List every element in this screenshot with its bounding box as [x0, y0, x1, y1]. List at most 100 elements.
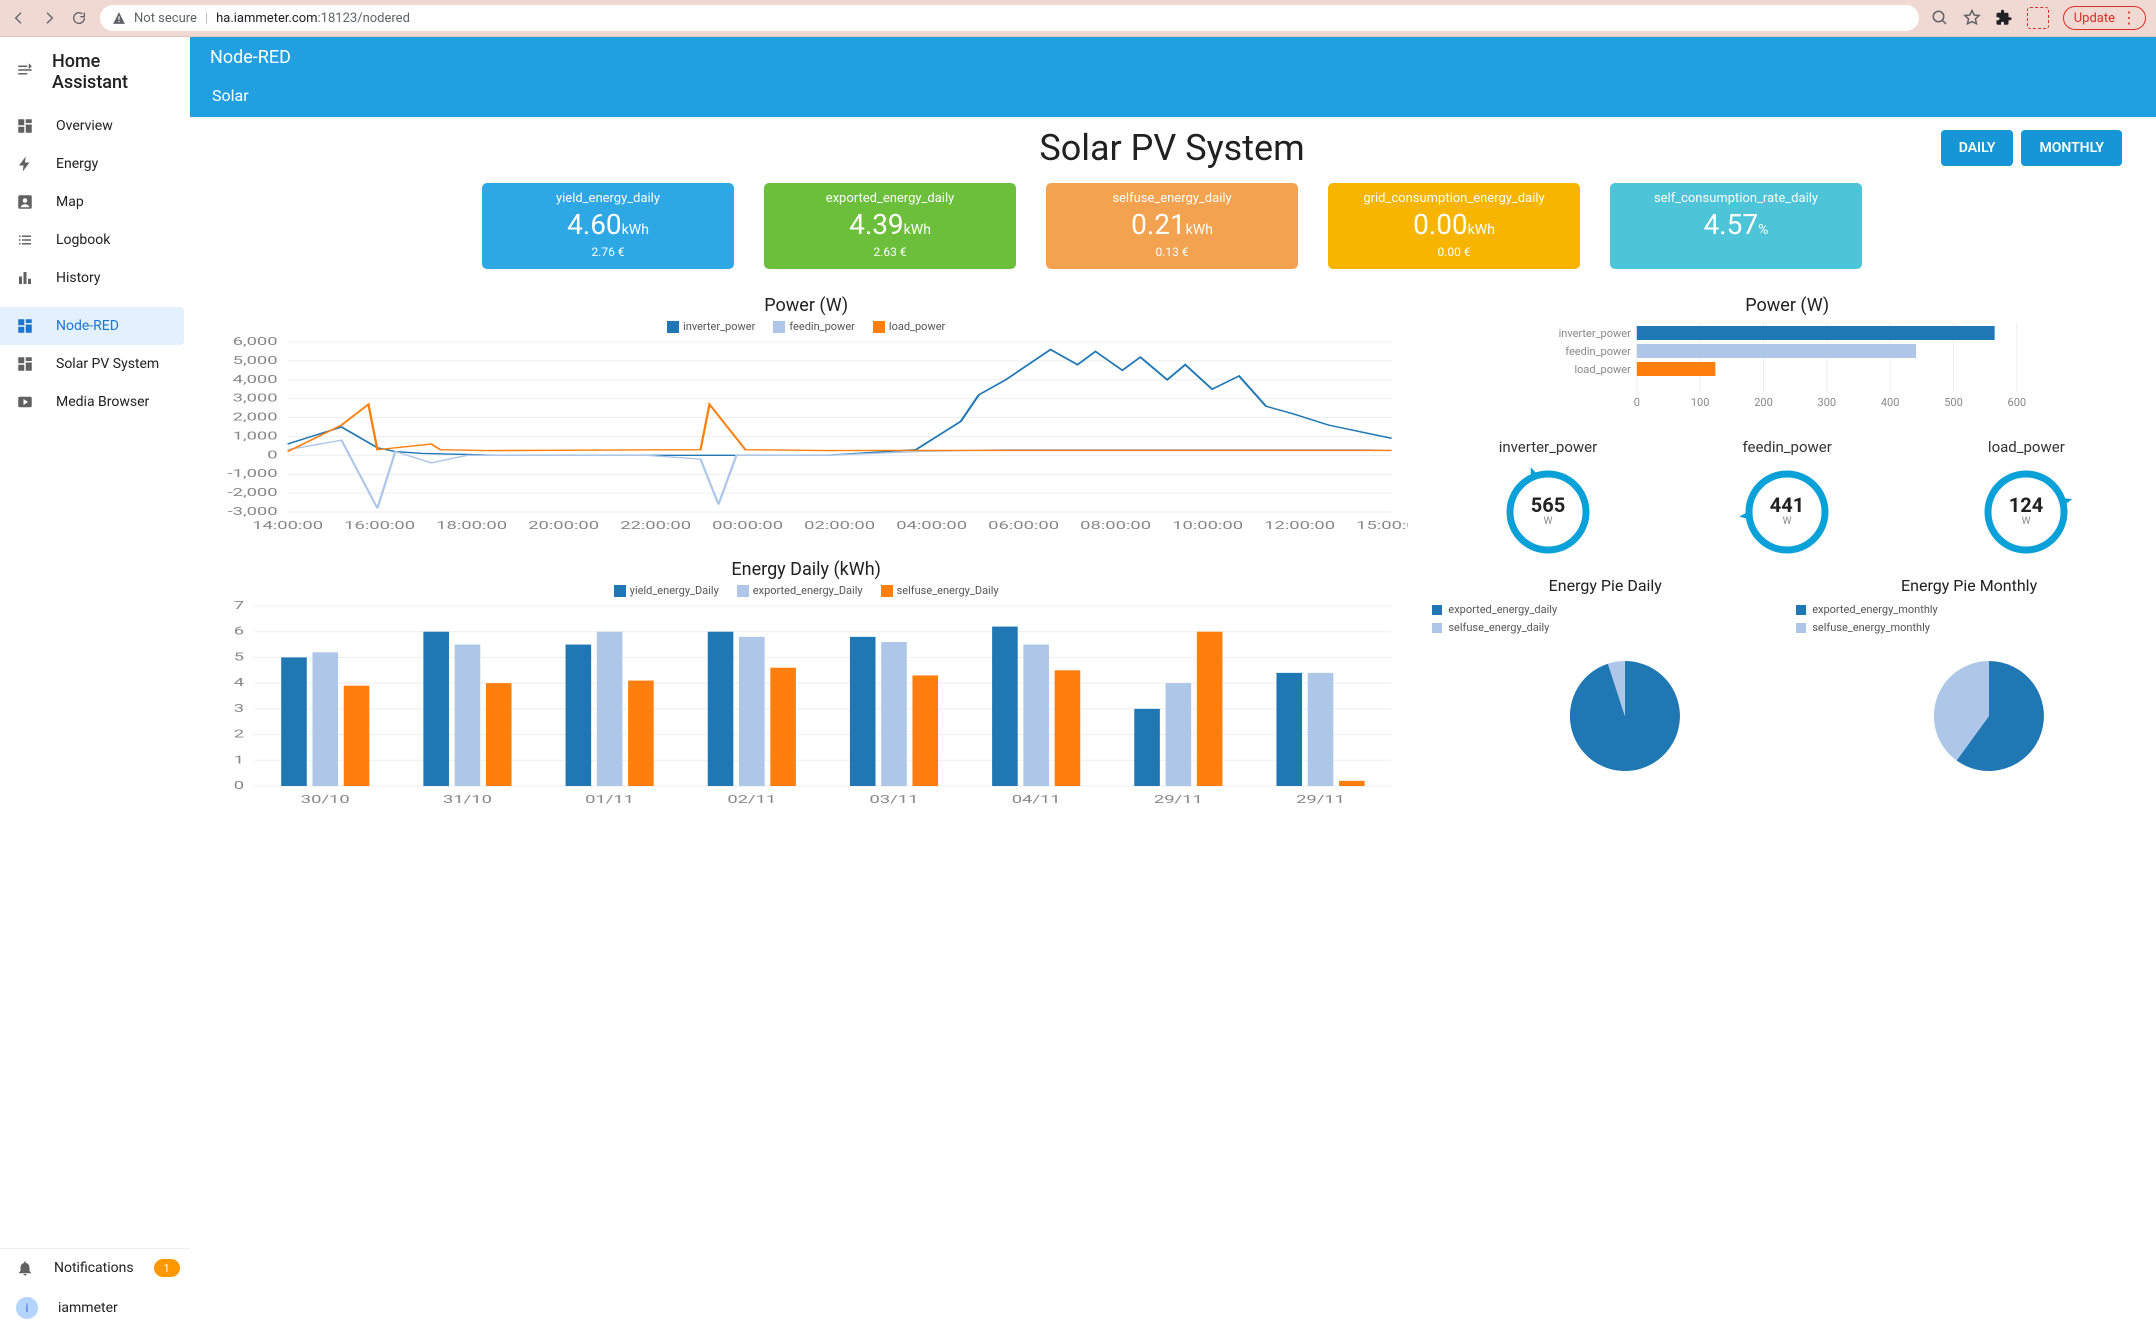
svg-text:00:00:00: 00:00:00 — [712, 519, 783, 532]
star-icon[interactable] — [1963, 9, 1981, 27]
account-label: iammeter — [58, 1300, 118, 1316]
stat-cards: yield_energy_daily4.60kWh2.76 € exported_… — [218, 183, 2126, 269]
svg-text:feedin_power: feedin_power — [1566, 345, 1632, 358]
reload-button[interactable] — [70, 9, 88, 27]
stat-selfuse_energy_daily[interactable]: selfuse_energy_daily0.21kWh0.13 € — [1046, 183, 1298, 269]
dashboard-icon — [16, 117, 36, 135]
power-line-chart[interactable]: -3,000-2,000-1,00001,0002,0003,0004,0005… — [204, 337, 1408, 537]
sidebar-item-label: Overview — [56, 118, 113, 134]
kebab-icon: ⋮ — [2121, 10, 2135, 26]
svg-text:1: 1 — [234, 753, 244, 766]
svg-text:12:00:00: 12:00:00 — [1264, 519, 1335, 532]
svg-text:0: 0 — [267, 448, 277, 461]
stat-yield_energy_daily[interactable]: yield_energy_daily4.60kWh2.76 € — [482, 183, 734, 269]
sidebar-item-label: History — [56, 270, 101, 286]
svg-text:6: 6 — [234, 625, 244, 638]
sidebar-item-history[interactable]: History — [0, 259, 184, 297]
svg-text:03/11: 03/11 — [870, 793, 919, 806]
dashboard-icon — [16, 355, 36, 373]
list-icon — [16, 231, 36, 249]
power-line-title: Power (W) — [204, 295, 1408, 316]
sidebar-item-map[interactable]: Map — [0, 183, 184, 221]
sidebar-account[interactable]: i iammeter — [0, 1287, 184, 1329]
stat-exported_energy_daily[interactable]: exported_energy_daily4.39kWh2.63 € — [764, 183, 1016, 269]
gauges: inverter_power565Wfeedin_power441Wload_p… — [1428, 438, 2146, 562]
sidebar-item-label: Energy — [56, 156, 98, 172]
main-panel: Node-RED Solar Solar PV System DAILY MON… — [190, 37, 2156, 1329]
brand-title: Home Assistant — [52, 51, 174, 93]
svg-text:04:00:00: 04:00:00 — [896, 519, 967, 532]
sidebar-notifications[interactable]: Notifications 1 — [0, 1249, 184, 1287]
svg-text:-1,000: -1,000 — [228, 467, 278, 480]
app-icon[interactable] — [2027, 7, 2049, 29]
pie-monthly-chart[interactable] — [1792, 636, 2146, 776]
svg-text:load_power: load_power — [1575, 363, 1632, 376]
period-daily-button[interactable]: DAILY — [1941, 130, 2014, 166]
svg-text:04/11: 04/11 — [1012, 793, 1061, 806]
header-title: Node-RED — [190, 37, 2156, 78]
notifications-label: Notifications — [54, 1260, 134, 1276]
browser-actions: Update⋮ — [1931, 6, 2146, 30]
nav: Overview Energy MapLogbook History Node-RED S… — [0, 107, 190, 1248]
energy-bar-card: Energy Daily (kWh) yield_energy_Dailyexp… — [198, 551, 1414, 825]
url-text: ha.iammeter.com:18123/nodered — [216, 11, 410, 26]
svg-text:0: 0 — [1634, 396, 1640, 409]
svg-text:-3,000: -3,000 — [228, 505, 278, 518]
svg-text:10:00:00: 10:00:00 — [1172, 519, 1243, 532]
power-line-legend: inverter_powerfeedin_powerload_power — [204, 320, 1408, 333]
pie-monthly-title: Energy Pie Monthly — [1792, 576, 2146, 595]
stat-self_consumption_rate_daily[interactable]: self_consumption_rate_daily4.57% — [1610, 183, 1862, 269]
svg-text:441: 441 — [1770, 493, 1804, 517]
svg-text:-2,000: -2,000 — [228, 486, 278, 499]
sidebar-item-energy[interactable]: Energy — [0, 145, 184, 183]
svg-text:29/11: 29/11 — [1154, 793, 1203, 806]
svg-text:31/10: 31/10 — [443, 793, 492, 806]
svg-text:08:00:00: 08:00:00 — [1080, 519, 1151, 532]
sidebar-item-node-red[interactable]: Node-RED — [0, 307, 184, 345]
back-button[interactable] — [10, 9, 28, 27]
svg-text:02:00:00: 02:00:00 — [804, 519, 875, 532]
bar-chart-icon — [16, 269, 36, 287]
pie-daily-block: Energy Pie Daily exported_energy_dailyse… — [1428, 576, 1782, 780]
svg-text:W: W — [1544, 516, 1553, 527]
period-monthly-button[interactable]: MONTHLY — [2021, 130, 2122, 166]
menu-icon[interactable] — [16, 61, 34, 84]
sidebar-item-media-browser[interactable]: Media Browser — [0, 383, 184, 421]
power-line-card: Power (W) inverter_powerfeedin_powerload… — [198, 287, 1414, 551]
avatar: i — [16, 1297, 38, 1319]
svg-text:inverter_power: inverter_power — [1559, 327, 1632, 340]
svg-text:0: 0 — [234, 779, 244, 792]
svg-text:2: 2 — [234, 727, 244, 740]
svg-text:3: 3 — [234, 702, 244, 715]
page-header: Node-RED Solar — [190, 37, 2156, 117]
secure-label: Not secure — [134, 11, 197, 26]
gauge-load_power: load_power124W — [1976, 438, 2076, 562]
power-hbar-title: Power (W) — [1434, 295, 2140, 316]
power-hbar-chart[interactable]: 0100200300400500600inverter_powerfeedin_… — [1434, 320, 2140, 410]
not-secure-icon — [112, 11, 126, 25]
stat-grid_consumption_energy_daily[interactable]: grid_consumption_energy_daily0.00kWh0.00… — [1328, 183, 1580, 269]
svg-text:30/10: 30/10 — [301, 793, 350, 806]
svg-text:4,000: 4,000 — [233, 373, 278, 386]
svg-text:5: 5 — [234, 650, 244, 663]
forward-button[interactable] — [40, 9, 58, 27]
sidebar-item-logbook[interactable]: Logbook — [0, 221, 184, 259]
svg-text:600: 600 — [2008, 396, 2027, 409]
svg-text:124: 124 — [2009, 493, 2043, 517]
sidebar-item-label: Node-RED — [56, 318, 119, 334]
sidebar-item-solar-pv-system[interactable]: Solar PV System — [0, 345, 184, 383]
play-box-icon — [16, 393, 36, 411]
energy-bar-chart[interactable]: 0123456730/1031/1001/1102/1103/1104/1129… — [204, 601, 1408, 811]
gauge-inverter_power: inverter_power565W — [1498, 438, 1598, 562]
power-hbar-card: Power (W) 0100200300400500600inverter_po… — [1428, 287, 2146, 424]
svg-text:18:00:00: 18:00:00 — [436, 519, 507, 532]
url-bar[interactable]: Not secure | ha.iammeter.com:18123/noder… — [100, 5, 1919, 31]
zoom-icon[interactable] — [1931, 9, 1949, 27]
pie-daily-chart[interactable] — [1428, 636, 1782, 776]
extensions-icon[interactable] — [1995, 9, 2013, 27]
update-button[interactable]: Update⋮ — [2063, 6, 2146, 30]
svg-text:02/11: 02/11 — [727, 793, 776, 806]
svg-text:06:00:00: 06:00:00 — [988, 519, 1059, 532]
svg-text:5,000: 5,000 — [233, 354, 278, 367]
sidebar-item-overview[interactable]: Overview — [0, 107, 184, 145]
